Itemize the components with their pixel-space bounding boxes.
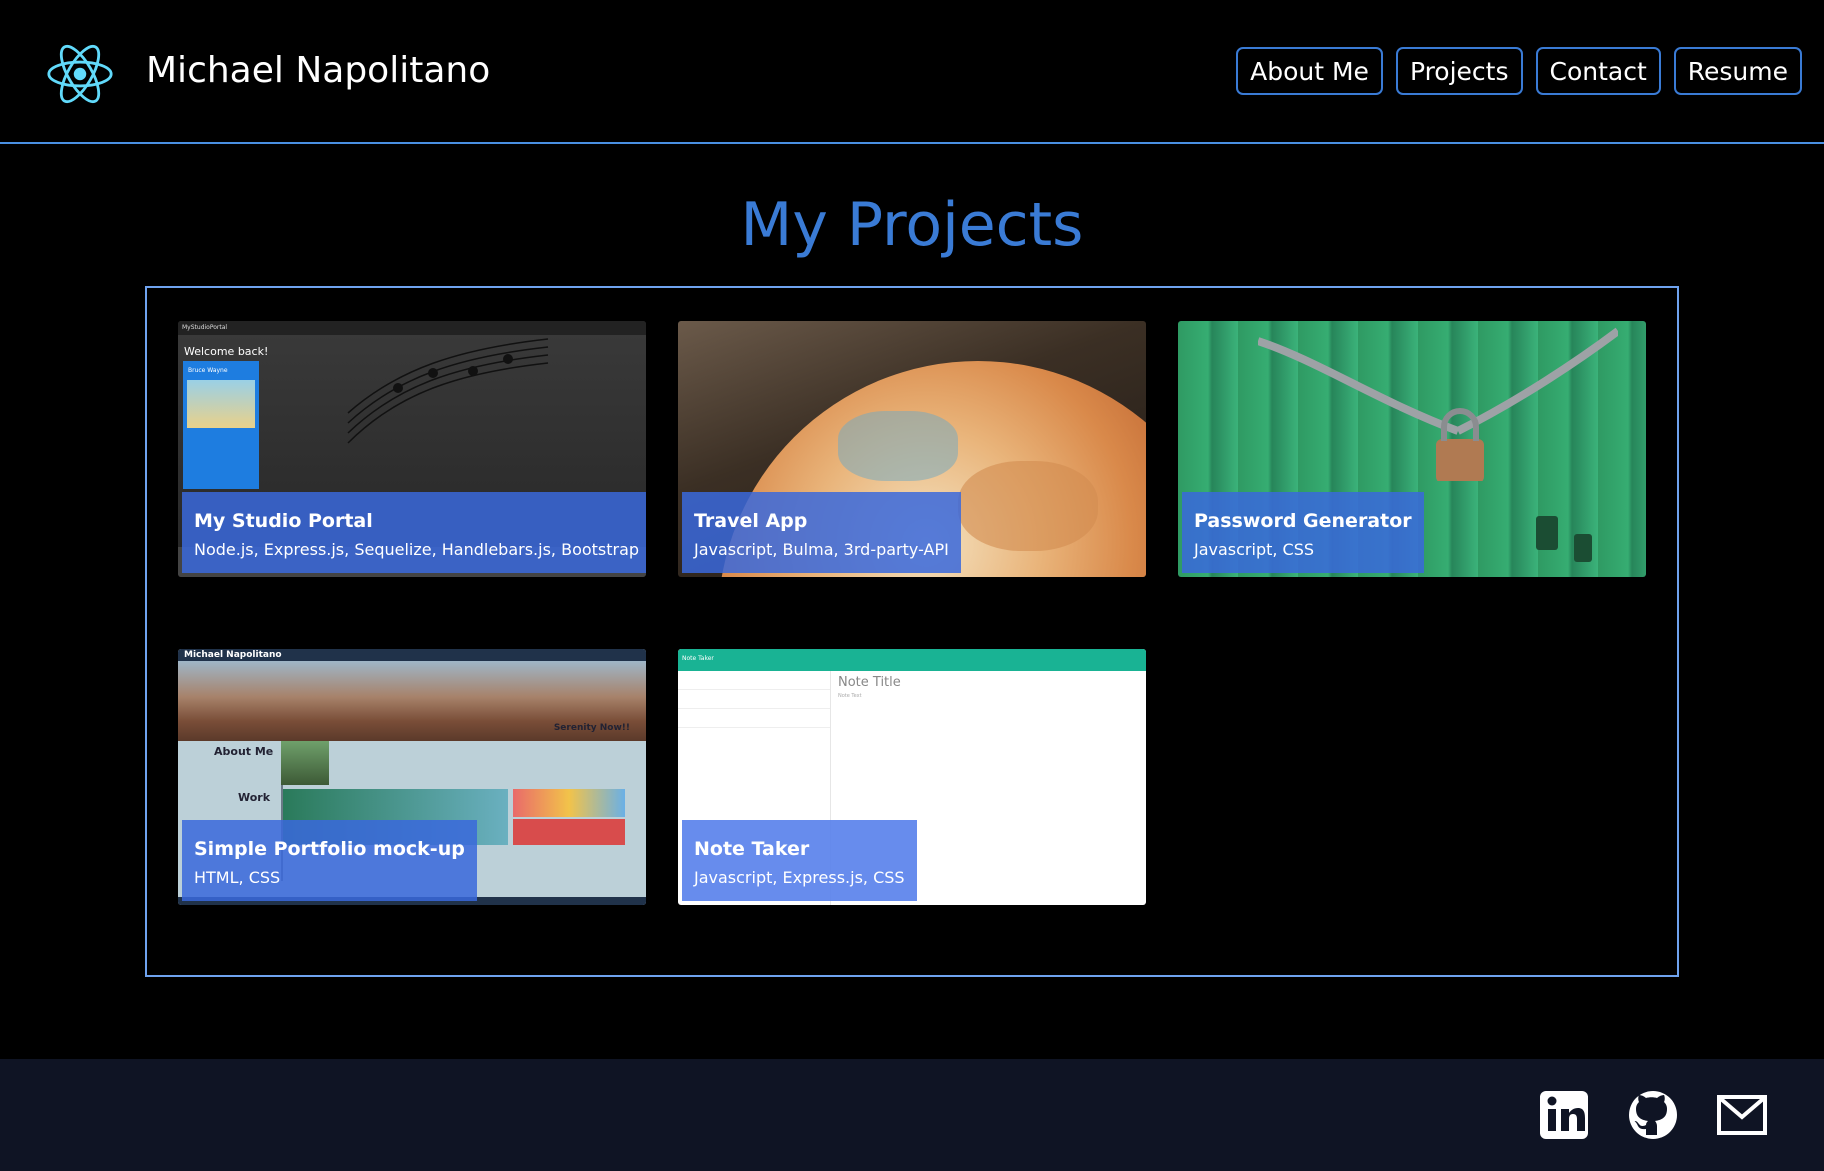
project-caption: Password Generator Javascript, CSS bbox=[1182, 492, 1424, 573]
music-notes-graphic bbox=[347, 338, 549, 444]
thumb-user: Bruce Wayne bbox=[188, 367, 228, 374]
nav-contact-button[interactable]: Contact bbox=[1535, 47, 1661, 95]
thumb-note-title: Note Title bbox=[838, 675, 901, 690]
project-tech: Javascript, Bulma, 3rd-party-API bbox=[694, 540, 949, 559]
project-tech: Javascript, Express.js, CSS bbox=[694, 868, 905, 887]
thumb-work: Work bbox=[238, 791, 271, 804]
page-title: My Projects bbox=[740, 190, 1084, 260]
project-name: Simple Portfolio mock-up bbox=[194, 838, 465, 860]
main-nav: About Me Projects Contact Resume bbox=[1236, 47, 1802, 95]
project-tech: Node.js, Express.js, Sequelize, Handleba… bbox=[194, 540, 640, 559]
thumb-brand: MyStudioPortal bbox=[182, 324, 228, 331]
site-header: Michael Napolitano About Me Projects Con… bbox=[0, 0, 1824, 144]
chain-lock-graphic bbox=[1258, 327, 1618, 481]
nav-projects-button[interactable]: Projects bbox=[1395, 47, 1523, 95]
email-icon[interactable] bbox=[1716, 1089, 1768, 1141]
linkedin-icon[interactable] bbox=[1538, 1089, 1590, 1141]
thumb-banner: Serenity Now!! bbox=[553, 723, 630, 733]
project-caption: Simple Portfolio mock-up HTML, CSS bbox=[182, 820, 477, 901]
thumb-about: About Me bbox=[214, 745, 274, 758]
thumb-brand: Michael Napolitano bbox=[184, 650, 282, 660]
project-card-note-taker[interactable]: Note Taker Note Title Note Text Note Tak… bbox=[678, 649, 1146, 905]
thumb-app-name: Note Taker bbox=[682, 655, 714, 662]
react-atom-icon[interactable] bbox=[46, 40, 114, 108]
project-tech: HTML, CSS bbox=[194, 868, 281, 887]
github-icon[interactable] bbox=[1627, 1089, 1679, 1141]
project-card-password-generator[interactable]: Password Generator Javascript, CSS bbox=[1178, 321, 1646, 577]
project-tech: Javascript, CSS bbox=[1194, 540, 1315, 559]
thumb-note-text: Note Text bbox=[838, 693, 862, 699]
project-name: My Studio Portal bbox=[194, 510, 373, 532]
project-caption: Travel App Javascript, Bulma, 3rd-party-… bbox=[682, 492, 961, 573]
project-card-portfolio-mockup[interactable]: Michael Napolitano Serenity Now!! About … bbox=[178, 649, 646, 905]
project-card-studio-portal[interactable]: MyStudioPortal Welcome back! Bruce Wayne bbox=[178, 321, 646, 577]
project-caption: Note Taker Javascript, Express.js, CSS bbox=[682, 820, 917, 901]
site-footer bbox=[0, 1059, 1824, 1171]
project-name: Note Taker bbox=[694, 838, 810, 860]
thumb-greeting: Welcome back! bbox=[184, 345, 269, 358]
project-caption: My Studio Portal Node.js, Express.js, Se… bbox=[182, 492, 646, 573]
project-name: Travel App bbox=[694, 510, 808, 532]
project-card-travel-app[interactable]: Travel App Javascript, Bulma, 3rd-party-… bbox=[678, 321, 1146, 577]
site-name[interactable]: Michael Napolitano bbox=[146, 50, 490, 91]
nav-about-me-button[interactable]: About Me bbox=[1236, 47, 1383, 95]
project-name: Password Generator bbox=[1194, 510, 1412, 532]
projects-grid: MyStudioPortal Welcome back! Bruce Wayne bbox=[145, 286, 1679, 977]
nav-resume-button[interactable]: Resume bbox=[1673, 47, 1802, 95]
